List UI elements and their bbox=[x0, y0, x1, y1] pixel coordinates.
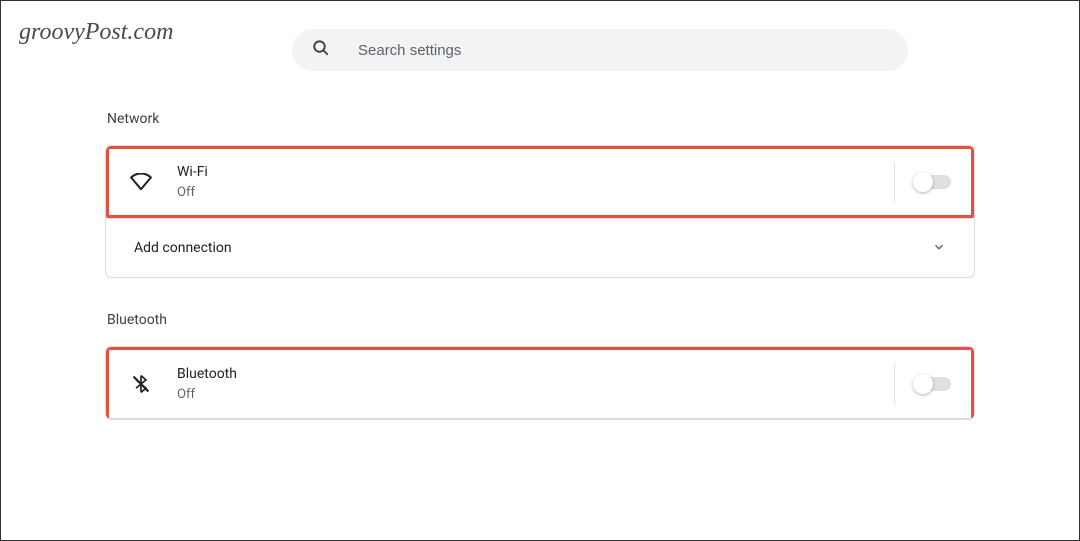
search-icon bbox=[312, 39, 330, 61]
bluetooth-section: Bluetooth Bluetooth Off bbox=[105, 312, 975, 420]
wifi-toggle[interactable] bbox=[915, 175, 951, 189]
network-section-title: Network bbox=[105, 111, 975, 127]
add-connection-row[interactable]: Add connection bbox=[106, 219, 974, 277]
bluetooth-card: Bluetooth Off bbox=[105, 346, 975, 420]
search-input[interactable] bbox=[358, 42, 888, 59]
bluetooth-section-title: Bluetooth bbox=[105, 312, 975, 328]
settings-content: Network Wi-Fi Off Add connection bbox=[1, 1, 1079, 420]
chevron-down-icon bbox=[932, 239, 946, 258]
watermark-text: groovyPost.com bbox=[19, 19, 173, 46]
divider bbox=[894, 162, 895, 202]
add-connection-label: Add connection bbox=[134, 238, 232, 258]
network-card: Wi-Fi Off Add connection bbox=[105, 145, 975, 278]
search-bar[interactable] bbox=[292, 29, 908, 71]
bluetooth-text: Bluetooth Off bbox=[177, 364, 894, 404]
bluetooth-label: Bluetooth bbox=[177, 364, 894, 384]
wifi-status: Off bbox=[177, 184, 894, 202]
bluetooth-off-icon bbox=[129, 373, 153, 395]
wifi-text: Wi-Fi Off bbox=[177, 162, 894, 202]
bluetooth-row[interactable]: Bluetooth Off bbox=[106, 347, 974, 419]
bluetooth-toggle[interactable] bbox=[915, 377, 951, 391]
wifi-icon bbox=[129, 173, 153, 191]
network-section: Network Wi-Fi Off Add connection bbox=[105, 111, 975, 278]
wifi-row[interactable]: Wi-Fi Off bbox=[106, 146, 974, 218]
wifi-label: Wi-Fi bbox=[177, 162, 894, 182]
bluetooth-status: Off bbox=[177, 386, 894, 404]
divider bbox=[894, 364, 895, 404]
